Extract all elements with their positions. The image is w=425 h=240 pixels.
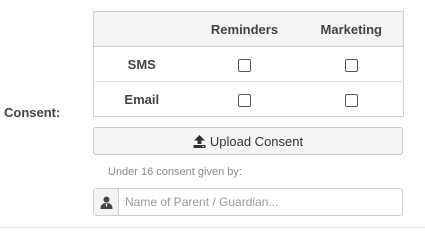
row-label-sms: SMS <box>93 46 190 82</box>
consent-label: Consent: <box>4 105 61 120</box>
guardian-name-input[interactable] <box>119 189 402 215</box>
sms-marketing-checkbox[interactable] <box>344 58 358 72</box>
guardian-input-group <box>93 188 403 216</box>
divider <box>0 227 425 228</box>
upload-consent-button[interactable]: Upload Consent <box>93 127 403 155</box>
header-empty <box>93 11 190 47</box>
user-icon <box>94 189 119 215</box>
sms-reminders-checkbox[interactable] <box>238 58 251 72</box>
email-reminders-checkbox[interactable] <box>238 93 251 107</box>
email-marketing-checkbox[interactable] <box>344 93 358 107</box>
row-label-email: Email <box>124 91 160 107</box>
consent-form: Consent: Reminders Marketing SMS Email U… <box>0 0 425 236</box>
upload-consent-label: Upload Consent <box>209 133 304 149</box>
consent-row-email: Email <box>94 82 404 117</box>
consent-table: Reminders Marketing SMS Email <box>93 11 404 117</box>
column-header-marketing: Marketing <box>299 11 404 47</box>
consent-row-sms: SMS <box>93 46 404 82</box>
column-header-reminders: Reminders <box>189 11 300 47</box>
under-16-label: Under 16 consent given by: <box>108 166 242 178</box>
consent-header-row: Reminders Marketing <box>93 11 404 47</box>
upload-icon <box>193 134 206 148</box>
